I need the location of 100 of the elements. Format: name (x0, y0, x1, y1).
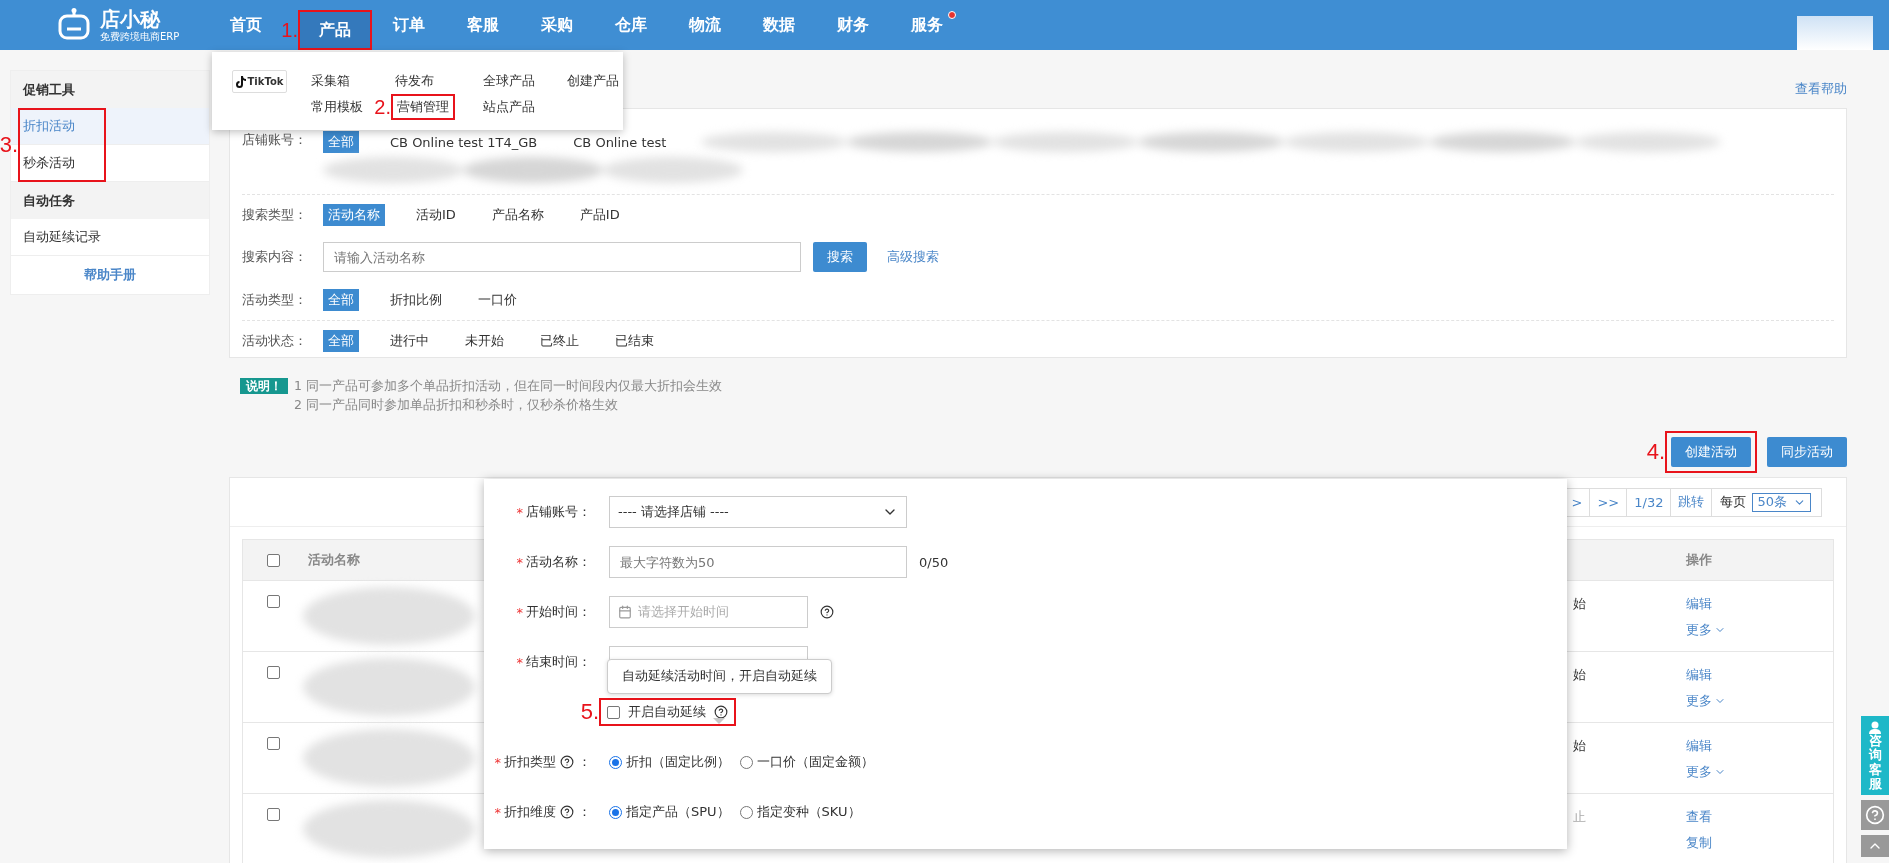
filter-option[interactable]: 已结束 (610, 330, 659, 352)
per-page-label: 每页 (1719, 493, 1748, 511)
filter-option[interactable]: CB Online test (568, 132, 672, 152)
status-text: 始 (1573, 666, 1586, 684)
field-label: 结束时间： (526, 653, 591, 671)
pagination-button[interactable]: >> (1590, 488, 1628, 516)
filter-option[interactable]: 全部 (323, 288, 359, 311)
filter-label: 搜索类型： (242, 206, 308, 224)
annotation-number: 4. (1646, 439, 1665, 465)
headset-icon (1868, 720, 1882, 734)
radio-label[interactable]: 折扣（固定比例） (626, 753, 730, 771)
row-action-link[interactable]: 编辑 (1686, 595, 1712, 613)
help-manual-link[interactable]: 帮助手册 (11, 256, 209, 294)
menu-item[interactable]: 站点产品 (479, 96, 539, 120)
row-action-link[interactable]: 编辑 (1686, 666, 1712, 684)
filter-option[interactable]: 折扣比例 (385, 288, 447, 311)
filter-label: 活动状态： (242, 332, 308, 350)
row-action-link[interactable]: 更多 (1686, 621, 1726, 639)
filter-option[interactable]: CB Online test 1T4_GB (385, 132, 543, 152)
menu-item[interactable]: 全球产品 (479, 70, 539, 92)
row-action-link[interactable]: 复制 (1686, 834, 1712, 852)
store-select[interactable]: ---- 请选择店铺 ---- (609, 496, 907, 528)
filter-option[interactable]: 进行中 (385, 330, 434, 352)
help-button[interactable] (1861, 800, 1889, 831)
radio-label[interactable]: 指定变种（SKU） (756, 803, 861, 821)
checkbox[interactable] (266, 553, 280, 567)
help-icon[interactable] (560, 805, 574, 819)
calendar-icon (618, 605, 632, 619)
radio-label[interactable]: 指定产品（SPU） (626, 803, 730, 821)
status-text: 止 (1573, 808, 1586, 826)
nav-tab[interactable]: 物流 (668, 0, 742, 50)
back-to-top-button[interactable] (1861, 835, 1889, 858)
row-action-link[interactable]: 更多 (1686, 692, 1726, 710)
row-action-link[interactable]: 更多 (1686, 763, 1726, 781)
search-field[interactable]: 请输入活动名称 (323, 242, 801, 272)
action-button[interactable]: 创建活动 (1671, 437, 1751, 467)
nav-tab[interactable]: 产品 (300, 12, 370, 48)
notice-text: 1 同一产品可参加多个单品折扣活动，但在同一时间段内仅最大折扣会生效 (294, 378, 722, 395)
logo-name: 店小秘 (100, 8, 162, 29)
menu-item[interactable]: 采集箱 (307, 70, 367, 92)
sidebar-group-title: 自动任务 (11, 182, 209, 219)
name-field[interactable]: 最大字符数为50 (609, 546, 907, 578)
checkbox-label[interactable]: 开启自动延续 (628, 703, 706, 721)
customer-service-button[interactable]: 咨询客服 (1861, 716, 1889, 796)
pagination-button[interactable]: 1/32 (1627, 488, 1672, 516)
filter-option[interactable]: 已终止 (535, 330, 584, 352)
help-icon[interactable] (820, 605, 834, 619)
filter-option[interactable]: 全部 (323, 131, 359, 153)
filter-option[interactable]: 一口价 (473, 288, 522, 311)
menu-item[interactable]: 待发布 (391, 70, 455, 92)
tooltip-arrow (713, 718, 725, 724)
nav-tab[interactable]: 服务 (890, 0, 964, 50)
checkbox[interactable] (266, 808, 280, 821)
help-icon[interactable] (714, 705, 728, 719)
checkbox[interactable] (607, 705, 620, 719)
filter-option[interactable]: 全部 (323, 330, 359, 352)
nav-tab[interactable]: 采购 (520, 0, 594, 50)
nav-tab[interactable]: 财务 (816, 0, 890, 50)
action-button[interactable]: 同步活动 (1767, 437, 1847, 467)
notice-tag: 说明！ (240, 378, 288, 394)
help-link[interactable]: 查看帮助 (1795, 80, 1847, 98)
pagination-button[interactable]: 跳转 (1671, 488, 1713, 516)
label-colon: ： (578, 753, 591, 771)
label-colon: ： (578, 803, 591, 821)
per-page-select[interactable]: 50条 (1752, 492, 1811, 512)
notice-text: 2 同一产品同时参加单品折扣和秒杀时，仅秒杀价格生效 (294, 397, 619, 414)
filter-option[interactable]: 未开始 (460, 330, 509, 352)
advanced-search-link[interactable]: 高级搜索 (887, 248, 939, 266)
required-mark: * (516, 554, 523, 570)
required-mark: * (516, 604, 523, 620)
tooltip: 自动延续活动时间，开启自动延续 (607, 659, 832, 694)
row-action-link[interactable]: 查看 (1686, 808, 1712, 826)
nav-tab[interactable]: 仓库 (594, 0, 668, 50)
nav-tab[interactable]: 数据 (742, 0, 816, 50)
required-mark: * (516, 504, 523, 520)
checkbox[interactable] (266, 666, 280, 679)
date-field[interactable]: 请选择开始时间 (609, 596, 808, 628)
nav-tab[interactable]: 客服 (446, 0, 520, 50)
filter-option[interactable]: 活动ID (411, 204, 461, 226)
field-label: 活动名称： (526, 553, 591, 571)
menu-item[interactable]: 营销管理 (393, 96, 453, 118)
radio-label[interactable]: 一口价（固定金额） (757, 753, 874, 771)
music-note-icon (235, 75, 246, 88)
filter-option[interactable]: 活动名称 (323, 204, 385, 226)
menu-item[interactable]: 常用模板 (307, 96, 367, 120)
row-action-link[interactable]: 编辑 (1686, 737, 1712, 755)
nav-tab[interactable]: 首页 (216, 0, 276, 50)
search-button[interactable]: 搜索 (813, 242, 867, 272)
required-mark: * (516, 654, 523, 670)
menu-item[interactable]: 创建产品 (563, 70, 623, 92)
char-counter: 0/50 (919, 554, 949, 570)
filter-option[interactable]: 产品ID (574, 204, 625, 226)
help-icon[interactable] (560, 755, 574, 769)
filter-option[interactable]: 产品名称 (486, 204, 549, 226)
sidebar-group-title: 促销工具 (11, 71, 209, 108)
checkbox[interactable] (266, 595, 280, 608)
sidebar-item[interactable]: 折扣活动 (11, 108, 209, 145)
checkbox[interactable] (266, 737, 280, 750)
filter-label: 店铺账号： (242, 131, 308, 149)
nav-tab[interactable]: 订单 (372, 0, 446, 50)
